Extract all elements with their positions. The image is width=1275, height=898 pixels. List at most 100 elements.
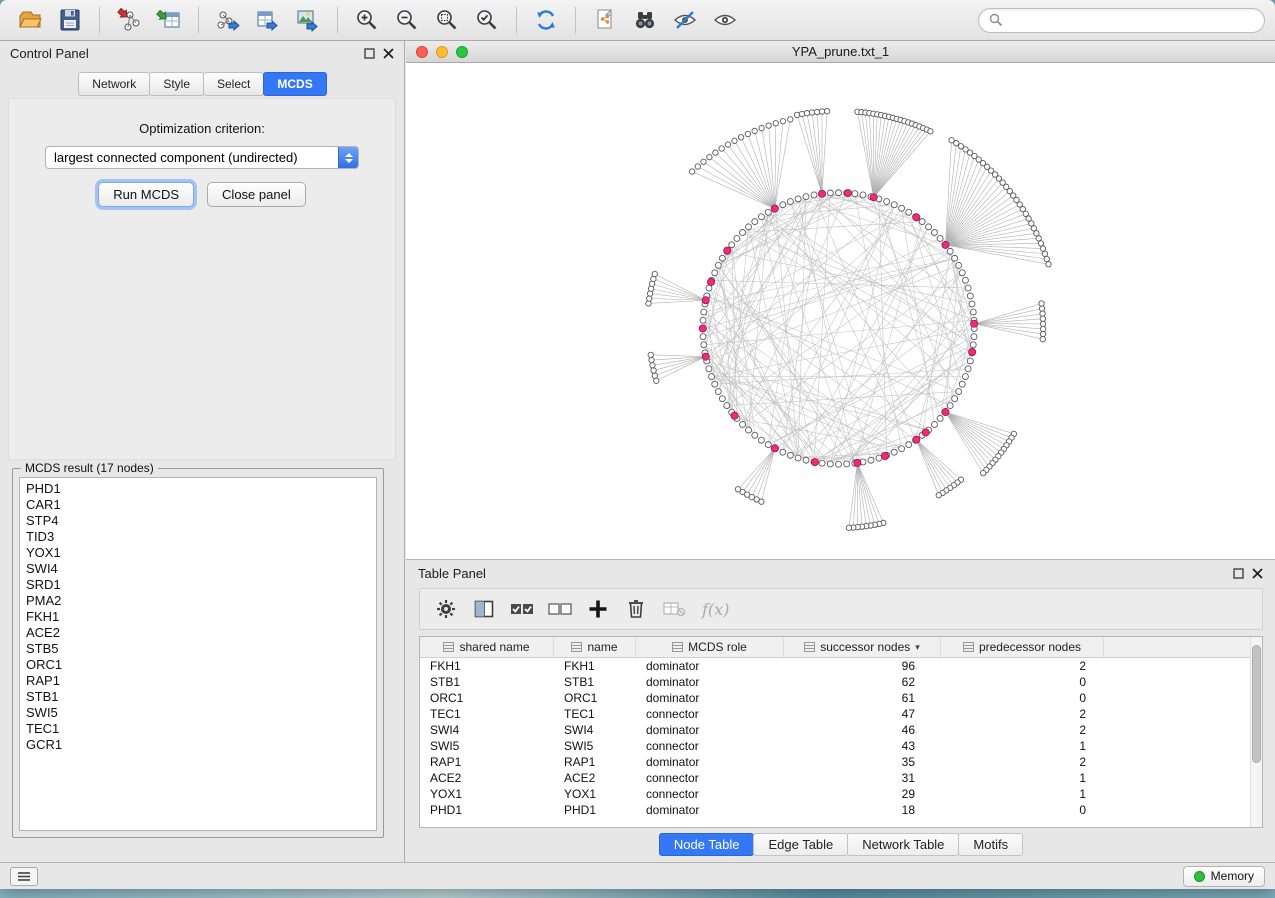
memory-status-icon [1194, 871, 1205, 882]
search-icon [989, 13, 1003, 27]
tab-network[interactable]: Network [78, 72, 150, 96]
close-panel-button[interactable]: Close panel [207, 182, 306, 207]
mcds-result-item[interactable]: PMA2 [26, 593, 370, 609]
mcds-result-title: MCDS result (17 nodes) [21, 461, 158, 475]
tab-node-table[interactable]: Node Table [659, 833, 755, 856]
export-table-icon[interactable] [248, 4, 288, 36]
network-window: YPA_prune.txt_1 [406, 41, 1275, 560]
mcds-result-item[interactable]: SRD1 [26, 577, 370, 593]
zoom-fit-icon[interactable] [427, 4, 467, 36]
network-view[interactable] [406, 63, 1275, 559]
tab-edge-table[interactable]: Edge Table [753, 833, 848, 856]
zoom-in-icon[interactable] [347, 4, 387, 36]
search-input[interactable] [1009, 13, 1254, 27]
table-panel-title: Table Panel [418, 566, 486, 581]
table-row[interactable]: PHD1PHD1dominator180 [420, 802, 1262, 818]
float-icon[interactable] [1233, 568, 1244, 579]
close-icon[interactable] [1252, 568, 1263, 579]
column-header-label: shared name [459, 640, 529, 654]
criterion-dropdown[interactable]: largest connected component (undirected) [45, 146, 359, 169]
mcds-result-item[interactable]: STB1 [26, 689, 370, 705]
mcds-result-item[interactable]: CAR1 [26, 497, 370, 513]
column-header-name[interactable]: name [554, 637, 636, 657]
table-cell-filler [1104, 706, 1262, 722]
table-row[interactable]: ACE2ACE2connector311 [420, 770, 1262, 786]
delete-column-icon[interactable] [622, 595, 650, 623]
mcds-result-item[interactable]: YOX1 [26, 545, 370, 561]
table-row[interactable]: ORC1ORC1dominator610 [420, 690, 1262, 706]
settings-gear-icon[interactable] [432, 595, 460, 623]
table-cell: 61 [784, 690, 941, 706]
mcds-result-item[interactable]: TEC1 [26, 721, 370, 737]
table-cell: connector [636, 770, 784, 786]
mcds-result-item[interactable]: ACE2 [26, 625, 370, 641]
mcds-result-item[interactable]: TID3 [26, 529, 370, 545]
mcds-result-item[interactable]: SWI5 [26, 705, 370, 721]
table-cell: 1 [941, 786, 1104, 802]
mcds-result-item[interactable]: GCR1 [26, 737, 370, 753]
zoom-selected-icon[interactable] [467, 4, 507, 36]
column-header-successor-nodes[interactable]: successor nodes ▾ [784, 637, 941, 657]
table-cell: dominator [636, 802, 784, 818]
show-annotations-icon[interactable] [705, 4, 745, 36]
tab-mcds[interactable]: MCDS [263, 72, 326, 96]
memory-button[interactable]: Memory [1183, 866, 1265, 887]
table-row[interactable]: STB1STB1dominator620 [420, 674, 1262, 690]
table-cell: PHD1 [420, 802, 554, 818]
apply-layout-icon[interactable] [526, 4, 566, 36]
table-vertical-scrollbar[interactable] [1250, 637, 1262, 827]
mcds-result-item[interactable]: SWI4 [26, 561, 370, 577]
import-network-icon[interactable] [109, 4, 149, 36]
add-column-icon[interactable] [584, 595, 612, 623]
network-window-titlebar[interactable]: YPA_prune.txt_1 [406, 41, 1275, 63]
table-row[interactable]: SWI5SWI5connector431 [420, 738, 1262, 754]
run-mcds-button[interactable]: Run MCDS [98, 182, 194, 207]
table-row[interactable]: TEC1TEC1connector472 [420, 706, 1262, 722]
network-canvas[interactable] [406, 63, 1275, 560]
global-search[interactable] [978, 8, 1265, 33]
scrollbar-thumb[interactable] [1252, 645, 1261, 763]
table-cell: STB1 [554, 674, 636, 690]
import-table-icon[interactable] [149, 4, 189, 36]
select-all-rows-icon[interactable] [508, 595, 536, 623]
table-cell: 0 [941, 690, 1104, 706]
close-traffic-light[interactable] [416, 46, 428, 58]
table-cell: connector [636, 738, 784, 754]
mcds-result-item[interactable]: FKH1 [26, 609, 370, 625]
tab-motifs[interactable]: Motifs [958, 833, 1023, 856]
toolbar-separator [575, 7, 576, 33]
table-row[interactable]: YOX1YOX1connector291 [420, 786, 1262, 802]
column-header-shared-name[interactable]: shared name [420, 637, 554, 657]
table-row[interactable]: RAP1RAP1dominator352 [420, 754, 1262, 770]
task-history-button[interactable] [10, 867, 38, 886]
export-network-icon[interactable] [208, 4, 248, 36]
tab-style[interactable]: Style [149, 72, 204, 96]
tab-select[interactable]: Select [203, 72, 264, 96]
column-header-mcds-role[interactable]: MCDS role [636, 637, 784, 657]
mcds-result-item[interactable]: PHD1 [26, 481, 370, 497]
export-image-icon[interactable] [288, 4, 328, 36]
mcds-result-item[interactable]: RAP1 [26, 673, 370, 689]
table-row[interactable]: FKH1FKH1dominator962 [420, 658, 1262, 674]
show-columns-icon[interactable] [470, 595, 498, 623]
clear-selection-icon[interactable] [546, 595, 574, 623]
table-cell: 96 [784, 658, 941, 674]
column-header-predecessor-nodes[interactable]: predecessor nodes [941, 637, 1104, 657]
mcds-result-item[interactable]: STB5 [26, 641, 370, 657]
float-icon[interactable] [364, 48, 375, 59]
search-binoculars-icon[interactable] [625, 4, 665, 36]
tab-network-table[interactable]: Network Table [847, 833, 959, 856]
close-icon[interactable] [383, 48, 394, 59]
open-folder-icon[interactable] [10, 4, 50, 36]
save-icon[interactable] [50, 4, 90, 36]
table-cell: TEC1 [554, 706, 636, 722]
table-row[interactable]: SWI4SWI4dominator462 [420, 722, 1262, 738]
zoom-out-icon[interactable] [387, 4, 427, 36]
mcds-result-item[interactable]: STP4 [26, 513, 370, 529]
mcds-result-item[interactable]: ORC1 [26, 657, 370, 673]
mcds-result-list[interactable]: PHD1CAR1STP4TID3YOX1SWI4SRD1PMA2FKH1ACE2… [19, 477, 377, 831]
zoom-traffic-light[interactable] [456, 46, 468, 58]
minimize-traffic-light[interactable] [436, 46, 448, 58]
hide-annotations-icon[interactable] [665, 4, 705, 36]
share-document-icon[interactable] [585, 4, 625, 36]
